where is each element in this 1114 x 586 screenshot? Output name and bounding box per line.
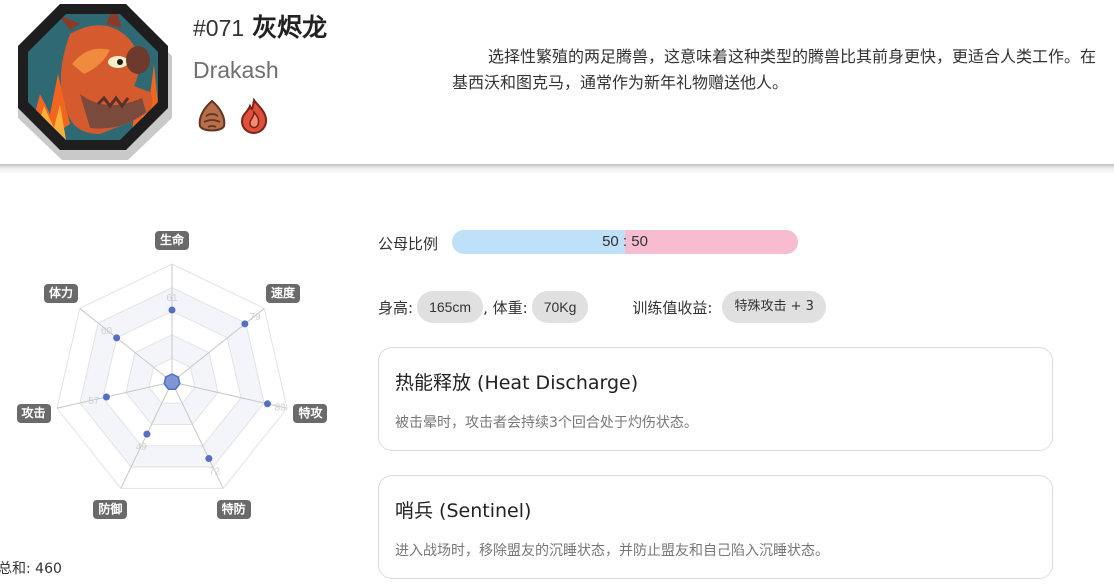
height-label: 身高: <box>378 298 414 317</box>
radar-value-label: 57 <box>88 396 100 407</box>
radar-point-4 <box>143 430 151 438</box>
stat-label-3: 特防 <box>216 500 251 520</box>
monster-header: #071 灰烬龙 Drakash 选择性繁殖的两足腾兽，这意味着这种类型的腾兽比… <box>0 0 1114 166</box>
ability-description: 被击晕时，攻击者会持续3个回合处于灼伤状态。 <box>395 415 698 431</box>
weight-value-pill: 70Kg <box>531 291 589 323</box>
stat-label-1: 速度 <box>266 283 301 303</box>
radar-value-label: 83 <box>275 403 287 414</box>
radar-point-3 <box>205 455 213 463</box>
radar-point-0 <box>168 306 176 314</box>
stat-label-4: 防御 <box>93 500 128 520</box>
radar-center-shape <box>163 373 181 390</box>
radar-value-label: 61 <box>166 293 178 304</box>
radar-point-1 <box>241 320 249 328</box>
earth-type-icon <box>198 99 226 132</box>
ev-yield-pill: 特殊攻击 + 3 <box>722 291 826 323</box>
stat-label-5: 攻击 <box>16 404 51 424</box>
dex-title-line: #071 灰烬龙 <box>193 8 327 42</box>
monster-description: 选择性繁殖的两足腾兽，这意味着这种类型的腾兽比其前身更快，更适合人类工作。在基西… <box>452 47 1097 92</box>
type-icons <box>196 98 270 134</box>
stat-label-0: 生命 <box>155 230 190 250</box>
radar-value-label: 79 <box>249 312 261 323</box>
stats-total: 总和: 460 <box>0 561 62 577</box>
monster-portrait <box>10 0 180 162</box>
height-value-pill: 165cm <box>417 291 484 323</box>
ability-description: 进入战场时，移除盟友的沉睡状态，并防止盟友和自己陷入沉睡状态。 <box>395 543 829 559</box>
radar-value-label: 60 <box>101 326 113 337</box>
gender-ratio-value: 50 : 50 <box>602 233 648 250</box>
radar-point-5 <box>102 393 110 401</box>
radar-value-label: 72 <box>209 466 221 477</box>
radar-value-label: 49 <box>136 442 148 453</box>
physical-info-row: 身高: 165cm , 体重: 70Kg 训练值收益: 特殊攻击 + 3 <box>378 291 826 323</box>
radar-svg: 61 79 83 72 49 57 60 <box>56 263 288 489</box>
stat-label-2: 特攻 <box>293 404 328 424</box>
weight-label: , 体重: <box>483 298 528 317</box>
ability-title: 热能释放 (Heat Discharge) <box>395 372 639 394</box>
radar-point-6 <box>113 334 121 342</box>
stat-label-6: 体力 <box>43 283 78 303</box>
radar-point-2 <box>263 400 271 408</box>
stats-radar-chart: 61 79 83 72 49 57 60 生命速度特攻特防 防御 攻击 体力 <box>0 226 345 520</box>
ability-title: 哨兵 (Sentinel) <box>395 500 532 522</box>
monster-name-en: Drakash <box>193 57 279 83</box>
gender-ratio-label: 公母比例 <box>378 235 439 253</box>
ev-yield-label: 训练值收益: <box>632 298 713 317</box>
ability-card-sentinel: 哨兵 (Sentinel) 进入战场时，移除盟友的沉睡状态，并防止盟友和自己陷入… <box>378 475 1053 579</box>
monster-name-cn: 灰烬龙 <box>252 13 328 42</box>
ability-card-heat-discharge: 热能释放 (Heat Discharge) 被击晕时，攻击者会持续3个回合处于灼… <box>378 347 1053 451</box>
dex-number: #071 <box>193 15 245 41</box>
fire-type-icon <box>240 98 268 134</box>
header-divider <box>0 164 1114 174</box>
